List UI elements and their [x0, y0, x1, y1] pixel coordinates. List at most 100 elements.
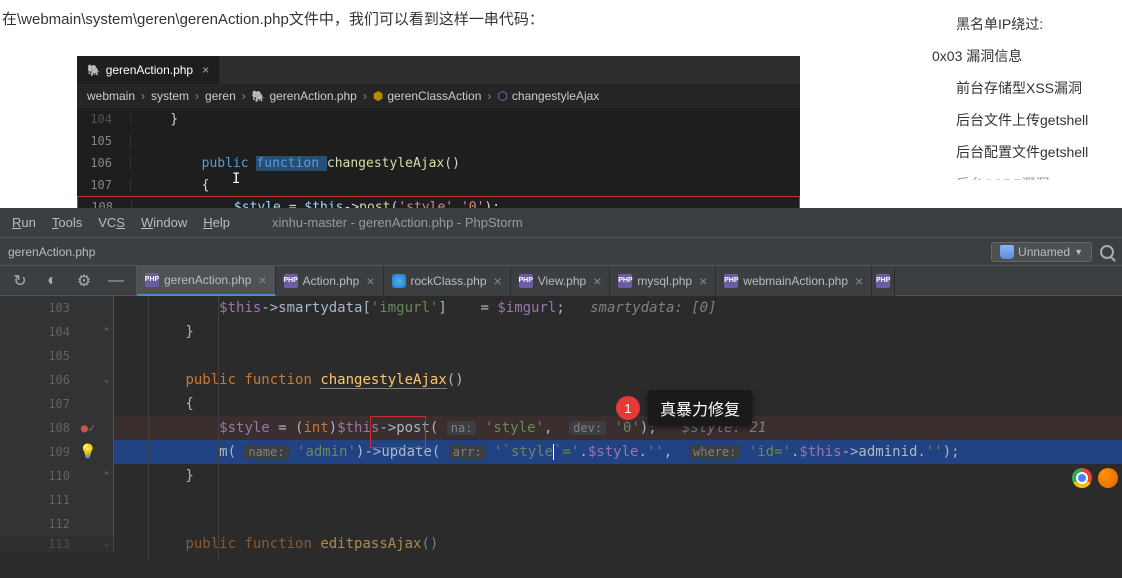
minus-icon[interactable]: — — [104, 269, 128, 293]
vscode-tab[interactable]: 🐘 gerenAction.php × — [77, 56, 219, 84]
php-file-icon: PHP — [284, 274, 298, 288]
editor-tab[interactable]: PHP gerenAction.php × — [137, 266, 276, 296]
bc-part[interactable]: changestyleAjax — [512, 89, 599, 103]
phpstorm-ide: Run Tools VCS Window Help xinhu-master -… — [0, 208, 1122, 578]
php-file-icon: PHP — [145, 273, 159, 287]
editor-tab[interactable]: PHP mysql.php × — [610, 266, 716, 296]
php-icon: 🐘 — [252, 90, 266, 103]
code-line[interactable]: public function editpassAjax() — [114, 536, 1122, 552]
php-file-icon: PHP — [519, 274, 533, 288]
editor-tab[interactable]: PHP webmainAction.php × — [716, 266, 872, 296]
chevron-right-icon: › — [363, 89, 367, 103]
chevron-right-icon: › — [195, 89, 199, 103]
tool-icon[interactable]: ◐ — [40, 269, 64, 293]
line-number: 103 — [0, 296, 76, 320]
toc-item[interactable]: 后台文件上传getshell — [932, 104, 1112, 136]
bc-part[interactable]: gerenClassAction — [387, 89, 481, 103]
code-editor[interactable]: 103 $this->smartydata['imgurl'] = $imgur… — [0, 296, 1122, 552]
toc-item[interactable]: 前台存储型XSS漏洞 — [932, 72, 1112, 104]
fold-gutter[interactable] — [100, 392, 114, 416]
code-line[interactable]: public function changestyleAjax() — [131, 156, 460, 171]
editor-tab[interactable]: rockClass.php × — [384, 266, 511, 296]
editor-tabs: PHP gerenAction.php × PHP Action.php × r… — [137, 266, 895, 296]
chevron-right-icon: › — [141, 89, 145, 103]
fold-gutter[interactable] — [100, 488, 114, 512]
line-number: 111 — [0, 488, 76, 512]
fold-gutter[interactable] — [100, 512, 114, 536]
gutter-icon-area: 💡 — [76, 440, 100, 464]
menu-run[interactable]: Run — [8, 213, 40, 232]
line-number: 109 — [0, 440, 76, 464]
php-file-icon: PHP — [876, 274, 890, 288]
text-cursor-icon: I — [232, 171, 240, 187]
close-icon[interactable]: × — [494, 273, 502, 289]
code-line[interactable]: m( name: 'admin')->update( arr: '`style`… — [114, 444, 1122, 460]
fold-gutter[interactable]: ⌃ — [100, 320, 114, 344]
fold-gutter[interactable]: ⌃ — [100, 464, 114, 488]
code-line[interactable]: { — [131, 178, 209, 193]
toc-header[interactable]: 0x03 漏洞信息 — [932, 40, 1112, 72]
line-number: 107 — [77, 178, 131, 192]
menubar: Run Tools VCS Window Help xinhu-master -… — [0, 208, 1122, 238]
fold-gutter[interactable] — [100, 296, 114, 320]
close-icon[interactable]: × — [699, 273, 707, 289]
fold-gutter[interactable] — [100, 416, 114, 440]
bc-part[interactable]: system — [151, 89, 189, 103]
line-number: 105 — [0, 344, 76, 368]
code-line[interactable]: } — [114, 468, 1122, 484]
menu-tools[interactable]: Tools — [48, 213, 86, 232]
fold-gutter[interactable]: ⌄ — [100, 368, 114, 392]
firefox-icon[interactable] — [1098, 468, 1118, 488]
indent-guide — [218, 296, 219, 560]
bc-part[interactable]: geren — [205, 89, 236, 103]
close-icon[interactable]: × — [202, 63, 209, 77]
toc-sidebar: 黑名单IP绕过: 0x03 漏洞信息 前台存储型XSS漏洞 后台文件上传gets… — [922, 0, 1122, 188]
fold-gutter[interactable]: ⌄ — [100, 536, 114, 552]
menu-vcs[interactable]: VCS — [94, 213, 129, 232]
fold-gutter[interactable] — [100, 344, 114, 368]
browser-icons — [1068, 464, 1122, 492]
datasource-selector[interactable]: Unnamed ▼ — [991, 242, 1092, 262]
close-icon[interactable]: × — [258, 272, 266, 288]
breakpoint-icon[interactable]: ●✓ — [81, 421, 95, 435]
toc-item[interactable]: 黑名单IP绕过: — [932, 8, 1112, 40]
code-line[interactable]: } — [131, 112, 178, 127]
close-icon[interactable]: × — [855, 273, 863, 289]
editor-tab[interactable]: PHP Action.php × — [276, 266, 384, 296]
toc-item[interactable]: 后台配置文件getshell — [932, 136, 1112, 168]
rock-icon — [392, 274, 406, 288]
line-number: 107 — [0, 392, 76, 416]
code-line[interactable]: $this->smartydata['imgurl'] = $imgurl; s… — [114, 300, 1122, 316]
search-icon[interactable] — [1100, 245, 1114, 259]
close-icon[interactable]: × — [593, 273, 601, 289]
gear-icon[interactable]: ⚙ — [72, 269, 96, 293]
gutter-icon-area — [76, 296, 100, 320]
editor-tab[interactable]: PHP View.php × — [511, 266, 611, 296]
code-line[interactable]: public function changestyleAjax() — [114, 372, 1122, 388]
vscode-code[interactable]: 104 } I 105 106 public function changest… — [77, 108, 800, 218]
tool-icon[interactable]: ↻ — [8, 269, 32, 293]
tab-label: View.php — [538, 274, 587, 288]
line-number: 108 — [0, 416, 76, 440]
breadcrumb[interactable]: webmain › system › geren › 🐘 gerenAction… — [77, 84, 800, 108]
lightbulb-icon[interactable]: 💡 — [79, 444, 96, 460]
menu-window[interactable]: Window — [137, 213, 191, 232]
tab-label: Action.php — [303, 274, 360, 288]
vscode-tabbar: 🐘 gerenAction.php × — [77, 56, 800, 84]
breadcrumb[interactable]: gerenAction.php — [8, 245, 95, 259]
datasource-label: Unnamed — [1018, 245, 1070, 259]
close-icon[interactable]: × — [366, 273, 374, 289]
tab-label: rockClass.php — [411, 274, 487, 288]
code-line[interactable]: } — [114, 324, 1122, 340]
line-number: 106 — [77, 156, 131, 170]
fold-gutter[interactable] — [100, 440, 114, 464]
bc-part[interactable]: webmain — [87, 89, 135, 103]
toolbar: ↻ ◐ ⚙ — PHP gerenAction.php × PHP Action… — [0, 266, 1122, 296]
chrome-icon[interactable] — [1072, 468, 1092, 488]
gutter-icon-area — [76, 512, 100, 536]
editor-tab-more[interactable]: PHP — [872, 266, 895, 296]
gutter-icon-area — [76, 368, 100, 392]
menu-help[interactable]: Help — [199, 213, 234, 232]
toc-item[interactable]: 后台SSRF漏洞 — [932, 168, 1112, 180]
bc-part[interactable]: gerenAction.php — [269, 89, 356, 103]
